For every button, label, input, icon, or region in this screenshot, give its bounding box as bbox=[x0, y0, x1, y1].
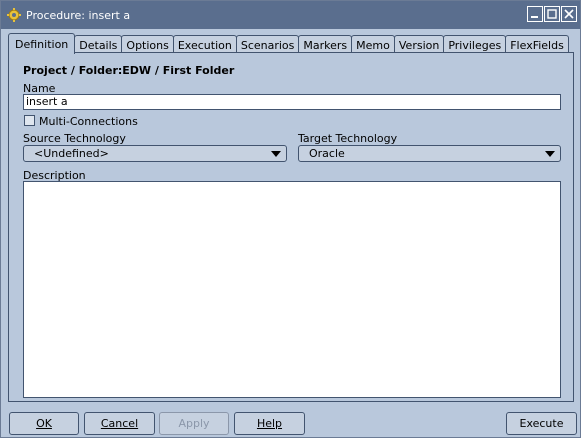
target-technology-label: Target Technology bbox=[298, 132, 398, 145]
execute-button[interactable]: Execute bbox=[506, 412, 577, 435]
apply-button-label: Apply bbox=[178, 417, 210, 430]
definition-panel: Project / Folder:EDW / First Folder Name… bbox=[8, 52, 574, 402]
gear-icon bbox=[6, 7, 22, 23]
project-folder-heading: Project / Folder:EDW / First Folder bbox=[23, 64, 235, 77]
help-button-label: Help bbox=[256, 417, 283, 430]
maximize-icon[interactable] bbox=[544, 6, 560, 22]
target-technology-value: Oracle bbox=[309, 147, 345, 160]
execute-button-label: Execute bbox=[519, 417, 564, 430]
help-button[interactable]: Help bbox=[234, 412, 305, 435]
tab-strip: Definition Details Options Execution Sce… bbox=[8, 33, 569, 54]
multi-connections-checkbox[interactable] bbox=[24, 115, 35, 126]
name-input[interactable]: insert a bbox=[23, 94, 561, 110]
title-bar[interactable]: Procedure: insert a bbox=[1, 1, 580, 29]
minimize-icon[interactable] bbox=[527, 6, 543, 22]
source-technology-select[interactable]: <Undefined> bbox=[23, 145, 287, 162]
target-technology-select[interactable]: Oracle bbox=[298, 145, 561, 162]
source-technology-value: <Undefined> bbox=[34, 147, 109, 160]
ok-button[interactable]: OK bbox=[9, 412, 79, 435]
cancel-button-label: Cancel bbox=[100, 417, 139, 430]
window-title: Procedure: insert a bbox=[26, 8, 131, 22]
close-icon[interactable] bbox=[561, 6, 577, 22]
cancel-button[interactable]: Cancel bbox=[84, 412, 155, 435]
chevron-down-icon[interactable] bbox=[268, 147, 284, 160]
ok-button-label: OK bbox=[36, 417, 52, 430]
procedure-window: Procedure: insert a Definition Details O… bbox=[0, 0, 581, 438]
multi-connections-label: Multi-Connections bbox=[39, 115, 138, 128]
description-textarea[interactable] bbox=[23, 181, 561, 398]
chevron-down-icon[interactable] bbox=[542, 147, 558, 160]
source-technology-label: Source Technology bbox=[23, 132, 126, 145]
apply-button[interactable]: Apply bbox=[159, 412, 229, 435]
tab-definition[interactable]: Definition bbox=[8, 33, 76, 54]
